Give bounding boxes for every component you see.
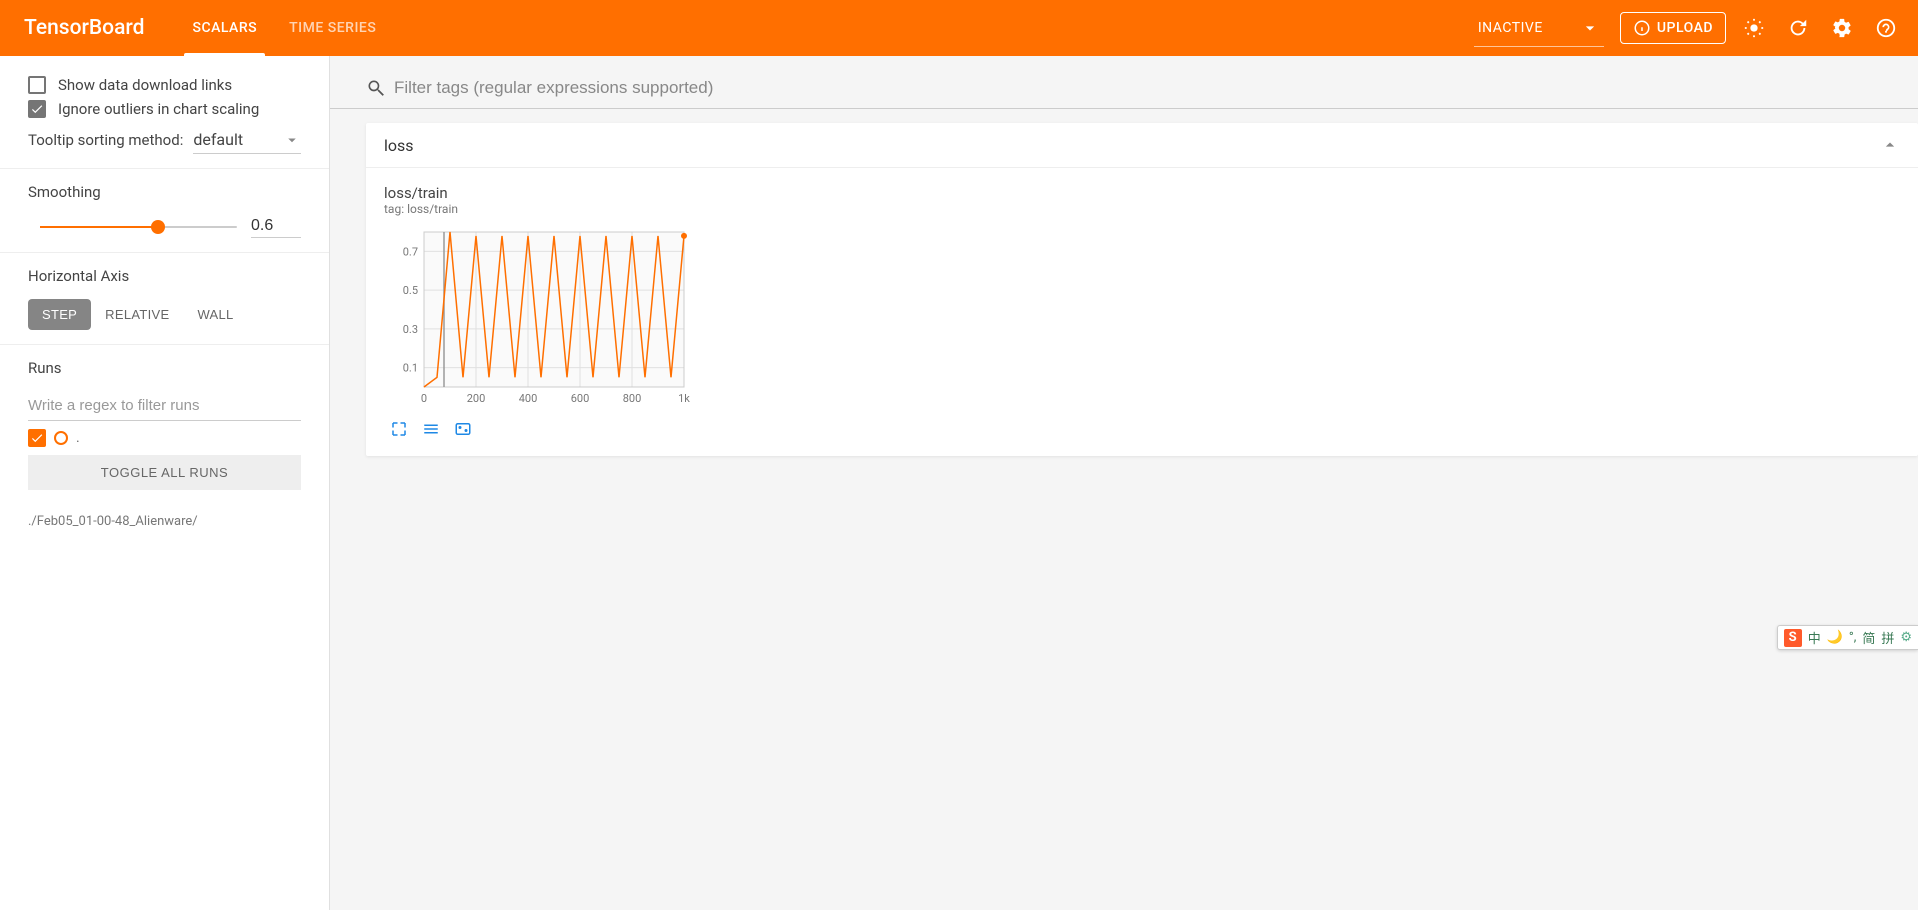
smoothing-label: Smoothing — [28, 183, 301, 201]
fullscreen-icon — [390, 420, 408, 438]
search-icon — [366, 78, 386, 98]
runs-label: Runs — [28, 359, 301, 377]
fit-icon — [454, 420, 472, 438]
info-icon — [1633, 19, 1651, 37]
svg-text:400: 400 — [519, 392, 538, 405]
inactive-label: INACTIVE — [1478, 20, 1543, 36]
smoothing-input[interactable] — [251, 215, 301, 238]
checkbox-checked-icon — [28, 100, 46, 118]
svg-text:0.1: 0.1 — [403, 362, 418, 375]
ime-item: °, — [1849, 630, 1856, 645]
svg-text:0.7: 0.7 — [403, 245, 418, 258]
brightness-icon — [1743, 17, 1765, 39]
tooltip-sort-value: default — [193, 130, 243, 149]
inactive-plugins-dropdown[interactable]: INACTIVE — [1474, 10, 1604, 47]
ime-badge[interactable]: S 中 🌙 °, 简 拼 ⚙ — [1777, 625, 1918, 650]
run-path: ./Feb05_01-00-48_Alienware/ — [0, 504, 329, 529]
ime-item: 简 — [1862, 628, 1875, 647]
show-download-label: Show data download links — [58, 76, 232, 94]
help-button[interactable] — [1866, 8, 1906, 48]
chart-plot[interactable]: 0.1 0.3 0.5 0.7 0 200 400 600 800 1k — [384, 222, 694, 412]
chevron-down-icon — [1580, 18, 1600, 38]
svg-text:0: 0 — [421, 392, 427, 405]
app-header: TensorBoard SCALARS TIME SERIES INACTIVE… — [0, 0, 1918, 56]
run-color-swatch — [54, 431, 68, 445]
tooltip-sort-label: Tooltip sorting method: — [28, 131, 183, 149]
ime-moon-icon: 🌙 — [1827, 630, 1843, 645]
run-name: . — [76, 430, 80, 446]
ime-gear-icon: ⚙ — [1900, 630, 1912, 645]
upload-label: UPLOAD — [1657, 20, 1713, 36]
smoothing-slider[interactable] — [40, 226, 237, 228]
ime-item: 中 — [1808, 628, 1821, 647]
run-checkbox-icon — [28, 429, 46, 447]
chart-card-loss-train: loss/train tag: loss/train 0.10.30.50.70… — [384, 184, 714, 438]
line-chart-icon — [422, 420, 440, 438]
chevron-up-icon — [1880, 135, 1900, 155]
tooltip-sort-select[interactable]: default — [193, 126, 301, 154]
tag-filter-row — [330, 74, 1918, 109]
brand: TensorBoard — [24, 16, 144, 40]
header-icon-group — [1734, 8, 1906, 48]
axis-option-relative[interactable]: RELATIVE — [91, 299, 183, 330]
axis-button-group: STEP RELATIVE WALL — [28, 299, 301, 330]
tag-filter-input[interactable] — [394, 74, 1910, 102]
gear-icon — [1831, 17, 1853, 39]
ime-item: 拼 — [1881, 628, 1894, 647]
svg-text:800: 800 — [623, 392, 642, 405]
toggle-log-button[interactable] — [422, 420, 440, 438]
settings-button[interactable] — [1822, 8, 1862, 48]
fit-domain-button[interactable] — [454, 420, 472, 438]
sidebar: Show data download links Ignore outliers… — [0, 56, 330, 910]
runs-filter-input[interactable] — [28, 391, 301, 421]
svg-text:600: 600 — [571, 392, 590, 405]
tab-time-series[interactable]: TIME SERIES — [273, 0, 392, 56]
toggle-all-runs-button[interactable]: TOGGLE ALL RUNS — [28, 455, 301, 490]
svg-text:0.5: 0.5 — [403, 284, 418, 297]
svg-text:0.3: 0.3 — [403, 323, 418, 336]
refresh-button[interactable] — [1778, 8, 1818, 48]
run-row[interactable]: . — [28, 421, 301, 451]
chevron-down-icon — [283, 131, 301, 149]
chart-toolbar — [384, 420, 714, 438]
main-content: loss loss/train tag: loss/train 0.10.30.… — [330, 56, 1918, 910]
svg-text:1k: 1k — [678, 392, 690, 405]
dark-mode-button[interactable] — [1734, 8, 1774, 48]
upload-button[interactable]: UPLOAD — [1620, 12, 1726, 44]
ime-logo-icon: S — [1784, 629, 1802, 647]
tab-scalars[interactable]: SCALARS — [176, 0, 273, 56]
expand-button[interactable] — [390, 420, 408, 438]
horizontal-axis-label: Horizontal Axis — [28, 267, 301, 285]
svg-text:200: 200 — [467, 392, 486, 405]
refresh-icon — [1787, 17, 1809, 39]
chart-title: loss/train — [384, 184, 714, 202]
ignore-outliers-checkbox[interactable]: Ignore outliers in chart scaling — [28, 100, 301, 118]
show-download-checkbox[interactable]: Show data download links — [28, 76, 301, 94]
help-icon — [1875, 17, 1897, 39]
category-title: loss — [384, 136, 414, 155]
category-loss: loss loss/train tag: loss/train 0.10.30.… — [366, 123, 1918, 456]
ignore-outliers-label: Ignore outliers in chart scaling — [58, 100, 259, 118]
header-tabs: SCALARS TIME SERIES — [176, 0, 392, 56]
axis-option-step[interactable]: STEP — [28, 299, 91, 330]
category-header[interactable]: loss — [366, 123, 1918, 168]
chart-subtitle: tag: loss/train — [384, 202, 714, 216]
axis-option-wall[interactable]: WALL — [183, 299, 247, 330]
checkbox-icon — [28, 76, 46, 94]
